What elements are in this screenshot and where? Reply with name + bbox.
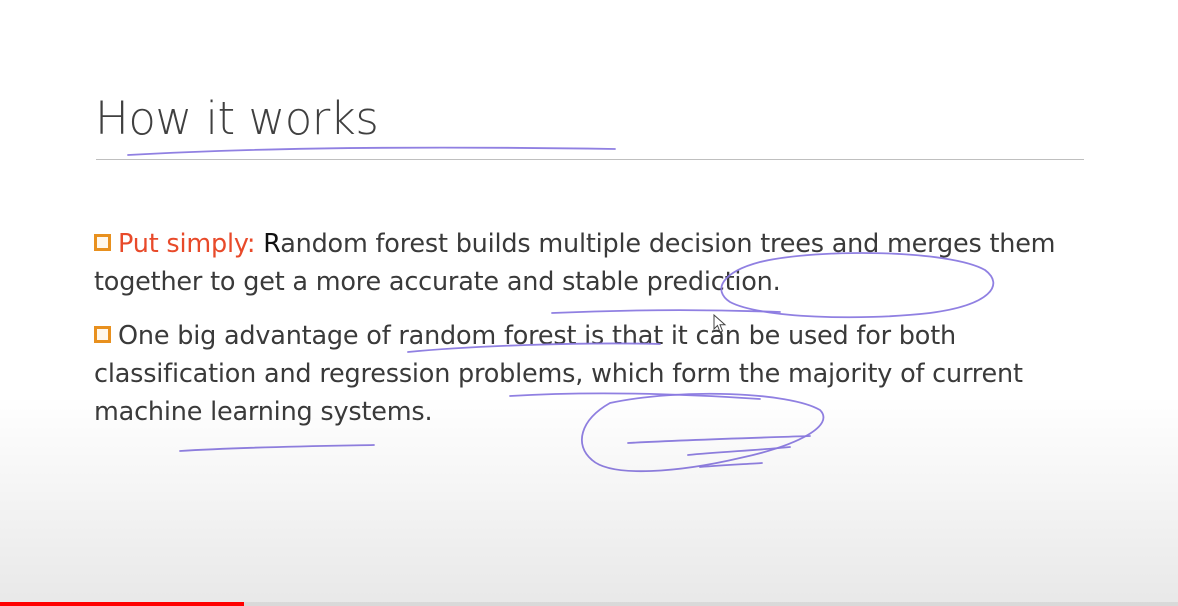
bullet-lead-first-char: R <box>255 229 281 259</box>
majority-line-1-stroke <box>627 435 811 444</box>
bullet-lead: Put simply: <box>118 229 256 259</box>
title-divider <box>96 159 1084 160</box>
slide: How it works Put simply: Random forest b… <box>0 0 1178 606</box>
majority-line-2-stroke <box>687 446 791 456</box>
video-progress-played <box>0 602 244 606</box>
majority-line-3-stroke <box>699 462 763 468</box>
checkbox-bullet-icon <box>94 326 111 343</box>
checkbox-bullet-icon <box>94 234 111 251</box>
machine-learning-underline-stroke <box>179 444 375 452</box>
bullet-item-1: Put simply: Random forest builds multipl… <box>94 225 1094 301</box>
video-progress-bar[interactable] <box>0 602 1178 606</box>
mouse-pointer-icon <box>713 314 727 333</box>
bullet-text: One big advantage of random forest is th… <box>94 321 1023 427</box>
title-underline-stroke <box>127 146 616 156</box>
bullet-item-2: One big advantage of random forest is th… <box>94 317 1094 431</box>
slide-title: How it works <box>95 92 379 145</box>
bullet-list: Put simply: Random forest builds multipl… <box>94 225 1094 431</box>
